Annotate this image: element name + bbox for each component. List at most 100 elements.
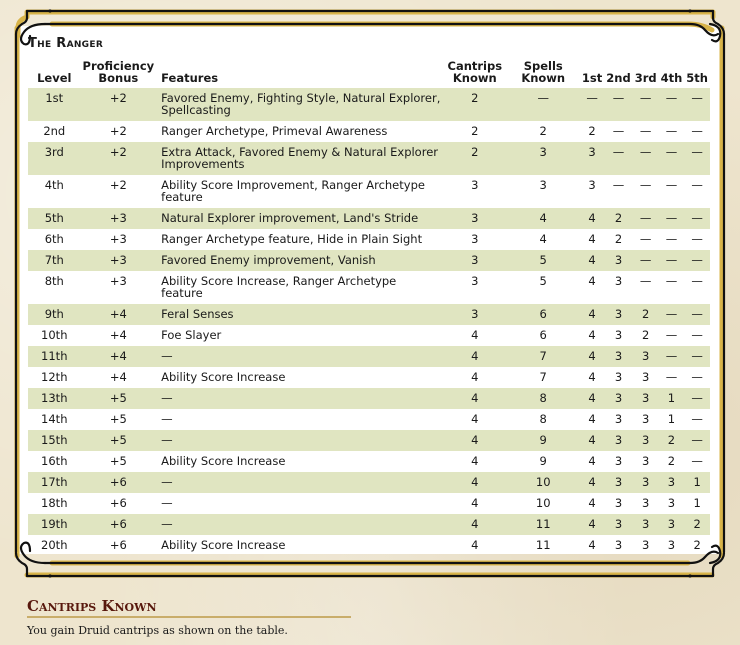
cantrips-cell: 2 bbox=[443, 142, 507, 175]
table-row: 11th +4—4 7 4 3 3— — bbox=[28, 346, 710, 367]
spell-slot-cell: 3 bbox=[604, 430, 633, 451]
level-cell: 1st bbox=[28, 88, 81, 121]
spell-slot-cell: 3 bbox=[632, 346, 659, 367]
table-row: 18th +6 — 4 10 4 3 3 3 1 bbox=[28, 493, 710, 514]
cantrips-cell: 3 bbox=[443, 208, 507, 229]
spell-slot-cell: 2 bbox=[614, 232, 623, 246]
header-proficiency-line2: Bonus bbox=[98, 71, 139, 85]
spell-slot-cell: — bbox=[684, 88, 710, 121]
spell-slot-cell: 3 bbox=[614, 454, 623, 468]
table-row: 4th +2 Ability Score Improvement, Ranger A… bbox=[28, 175, 710, 208]
spells-known-cell: 6 bbox=[539, 328, 547, 342]
spell-slot-cell: 4 bbox=[579, 388, 605, 409]
spell-slot-cell: 3 bbox=[667, 538, 676, 552]
spell-slot-cell: — bbox=[639, 232, 652, 246]
spell-slot-cell: — bbox=[684, 304, 710, 325]
spell-slot-cell: — bbox=[632, 142, 659, 175]
spell-slot-cell: — bbox=[632, 88, 659, 121]
level-cell: 18th bbox=[41, 496, 68, 510]
cantrips-cell: 2 bbox=[443, 88, 507, 121]
spell-slot-cell: — bbox=[665, 178, 678, 192]
level-cell: 11th bbox=[28, 346, 81, 367]
spells-known-cell: 11 bbox=[535, 538, 551, 552]
features-cell: — bbox=[156, 346, 444, 367]
spell-slot-cell: 3 bbox=[604, 514, 633, 535]
spell-slot-cell: 4 bbox=[588, 412, 596, 426]
spell-slot-cell: 2 bbox=[632, 304, 659, 325]
level-cell: 16th bbox=[41, 454, 68, 468]
spell-slot-cell: 3 bbox=[604, 388, 633, 409]
level-cell: 17th bbox=[28, 472, 81, 493]
header-spells-line2: Known bbox=[521, 71, 566, 85]
header-level: Level bbox=[37, 71, 72, 85]
features-cell: Ranger Archetype feature, Hide in Plain … bbox=[161, 232, 423, 246]
cantrips-cell: 4 bbox=[471, 454, 479, 468]
cantrips-cell: 4 bbox=[471, 328, 479, 342]
spell-slot-cell: 3 bbox=[641, 454, 650, 468]
ranger-table: Level Proficiency Bonus Features Cantrip… bbox=[28, 60, 710, 556]
spell-slot-cell: 4 bbox=[579, 514, 605, 535]
spell-slot-cell: — bbox=[658, 208, 685, 229]
cantrips-cell: 4 bbox=[471, 412, 479, 426]
proficiency-cell: +6 bbox=[109, 496, 127, 510]
cantrips-cell: 3 bbox=[443, 250, 507, 271]
spell-slot-cell: 3 bbox=[632, 388, 659, 409]
level-cell: 14th bbox=[41, 412, 68, 426]
table-row: 16th +5 Ability Score Increase 4 9 4 3 3 2 — bbox=[28, 451, 710, 472]
spell-slot-cell: — bbox=[691, 454, 703, 468]
spells-known-cell: 3 bbox=[539, 178, 547, 192]
cantrips-cell: 4 bbox=[443, 346, 507, 367]
proficiency-cell: +2 bbox=[80, 88, 157, 121]
proficiency-cell: +3 bbox=[80, 250, 157, 271]
spell-slot-cell: — bbox=[684, 142, 710, 175]
cantrips-cell: 4 bbox=[471, 370, 479, 384]
features-cell: Extra Attack, Favored Enemy & Natural Ex… bbox=[156, 142, 444, 175]
spells-known-cell: 8 bbox=[506, 388, 580, 409]
spell-slot-cell: — bbox=[604, 88, 633, 121]
spell-slot-cell: — bbox=[612, 178, 625, 192]
spell-slot-cell: 3 bbox=[632, 472, 659, 493]
features-cell: Favored Enemy, Fighting Style, Natural E… bbox=[156, 88, 444, 121]
proficiency-cell: +3 bbox=[109, 232, 127, 246]
spells-known-cell: 4 bbox=[506, 208, 580, 229]
spell-slot-cell: — bbox=[632, 250, 659, 271]
spell-slot-cell: 3 bbox=[614, 328, 623, 342]
level-cell: 13th bbox=[28, 388, 81, 409]
spell-slot-cell: 4 bbox=[579, 346, 605, 367]
level-cell: 6th bbox=[44, 232, 64, 246]
cantrips-cell: 4 bbox=[443, 388, 507, 409]
table-row: 9th +4 Feral Senses 3 6 4 3 2— — bbox=[28, 304, 710, 325]
spell-slot-cell: 3 bbox=[604, 250, 633, 271]
table-header-row: Level Proficiency Bonus Features Cantrip… bbox=[28, 60, 710, 88]
header-features: Features bbox=[161, 71, 219, 85]
cantrips-cell: 3 bbox=[471, 178, 479, 192]
spell-slot-cell: 3 bbox=[658, 514, 685, 535]
spell-slot-cell: 3 bbox=[614, 496, 623, 510]
spell-slot-cell: — bbox=[639, 124, 652, 138]
features-cell: Ability Score Increase bbox=[161, 454, 286, 468]
proficiency-cell: +3 bbox=[109, 274, 127, 288]
spell-slot-cell: — bbox=[665, 124, 678, 138]
cantrips-cell: 4 bbox=[443, 514, 507, 535]
level-cell: 9th bbox=[28, 304, 81, 325]
section-paragraph: You gain Druid cantrips as shown on the … bbox=[27, 624, 288, 637]
table-row: 12th +4 Ability Score Increase 4 7 4 3 3 — — bbox=[28, 367, 710, 388]
spell-slot-cell: — bbox=[684, 250, 710, 271]
cantrips-cell: 4 bbox=[443, 430, 507, 451]
spell-slot-cell: 3 bbox=[588, 178, 596, 192]
spells-known-cell: — bbox=[506, 88, 580, 121]
features-cell: — bbox=[161, 412, 173, 426]
spell-slot-cell: — bbox=[691, 178, 703, 192]
features-cell: Ranger Archetype, Primeval Awareness bbox=[161, 124, 388, 138]
spell-slot-cell: — bbox=[665, 328, 678, 342]
features-cell: Ability Score Increase, Ranger Archetype… bbox=[161, 274, 397, 300]
header-slot-1st: 1st bbox=[581, 71, 603, 85]
spell-slot-cell: 4 bbox=[579, 208, 605, 229]
features-cell: Ability Score Increase bbox=[161, 538, 286, 552]
spell-slot-cell: — bbox=[691, 328, 703, 342]
proficiency-cell: +5 bbox=[109, 454, 127, 468]
level-cell: 20th bbox=[41, 538, 68, 552]
spell-slot-cell: 4 bbox=[588, 496, 596, 510]
spell-slot-cell: 4 bbox=[588, 538, 596, 552]
spells-known-cell: 10 bbox=[506, 472, 580, 493]
